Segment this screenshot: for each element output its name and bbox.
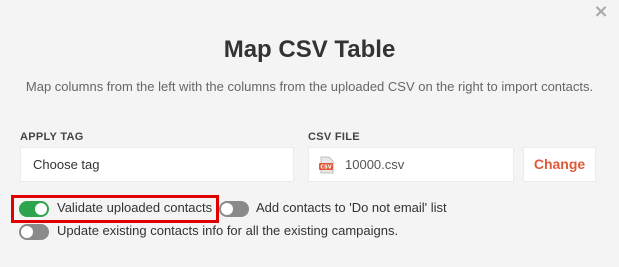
update-existing-toggle[interactable] bbox=[19, 224, 49, 240]
toggle-knob bbox=[35, 203, 47, 215]
validate-contacts-label: Validate uploaded contacts bbox=[57, 200, 213, 215]
csv-file-label: CSV FILE bbox=[308, 131, 360, 143]
toggle-knob bbox=[21, 226, 33, 238]
map-csv-dialog: × Map CSV Table Map columns from the lef… bbox=[0, 0, 619, 267]
change-file-button[interactable]: Change bbox=[523, 147, 596, 182]
update-existing-label: Update existing contacts info for all th… bbox=[57, 223, 399, 238]
csv-file-icon: CSV bbox=[319, 156, 334, 174]
do-not-email-label: Add contacts to 'Do not email' list bbox=[256, 200, 447, 215]
csv-file-field: CSV 10000.csv bbox=[308, 147, 514, 182]
csv-file-name: 10000.csv bbox=[345, 157, 405, 172]
validate-contacts-toggle[interactable] bbox=[19, 201, 49, 217]
dialog-subtitle: Map columns from the left with the colum… bbox=[25, 79, 594, 94]
svg-text:CSV: CSV bbox=[320, 165, 331, 171]
do-not-email-toggle[interactable] bbox=[219, 201, 249, 217]
close-icon[interactable]: × bbox=[593, 3, 609, 21]
apply-tag-label: APPLY TAG bbox=[20, 131, 84, 143]
dialog-title: Map CSV Table bbox=[223, 36, 396, 63]
apply-tag-select[interactable]: Choose tag bbox=[20, 147, 294, 182]
toggle-knob bbox=[221, 203, 233, 215]
